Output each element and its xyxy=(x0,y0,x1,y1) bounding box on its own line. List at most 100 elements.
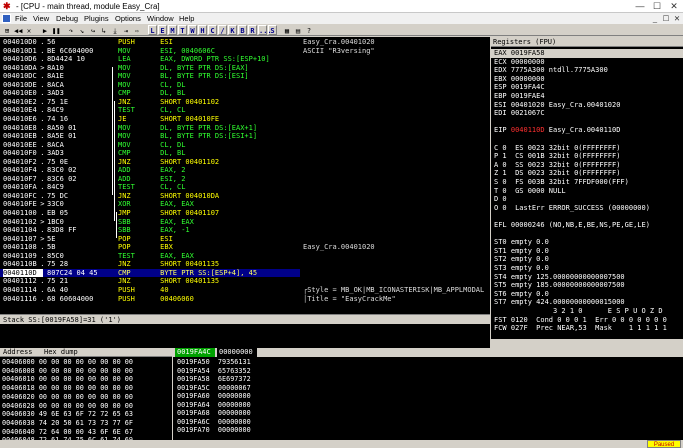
menu-plugins[interactable]: Plugins xyxy=(84,13,109,24)
step-into-icon[interactable]: ↷ xyxy=(66,25,76,35)
register-line[interactable]: ST6 empty 0.0 xyxy=(494,290,549,299)
register-line[interactable]: EDX 7775A300 ntdll.7775A300 xyxy=(494,66,608,75)
dump-row[interactable]: 00406018 00 00 00 00 00 00 00 00 xyxy=(2,384,133,393)
register-line[interactable]: FST 0120 Cond 0 0 0 1 Err 0 0 0 0 0 0 0 xyxy=(494,316,667,325)
menu-file[interactable]: File xyxy=(15,13,27,24)
register-line[interactable]: S 0 FS 003B 32bit 7FFDF000(FFF) xyxy=(494,178,629,187)
dump-column-address[interactable]: Address xyxy=(3,348,33,357)
stack-row[interactable]: 0019FA70 00000000 xyxy=(177,426,251,435)
open-icon[interactable]: ⊞ xyxy=(2,25,12,35)
mdi-minimize-button[interactable]: _ xyxy=(650,13,660,24)
modules-window-button[interactable]: E xyxy=(158,25,167,35)
register-line[interactable]: ST0 empty 0.0 xyxy=(494,238,549,247)
register-line[interactable]: O 0 LastErr ERROR_SUCCESS (00000000) xyxy=(494,204,650,213)
register-line[interactable]: Z 1 DS 0023 32bit 0(FFFFFFFF) xyxy=(494,169,620,178)
stack-row[interactable]: 0019FA50 79356131 xyxy=(177,358,251,367)
register-line[interactable]: FCW 027F Prec NEAR,53 Mask 1 1 1 1 1 xyxy=(494,324,667,333)
register-line[interactable]: EIP 0040110D Easy_Cra.0040110D xyxy=(494,126,620,135)
breakpoints-window-button[interactable]: B xyxy=(238,25,247,35)
mdi-restore-button[interactable]: ☐ xyxy=(661,13,671,24)
dump-row[interactable]: 00406030 49 6E 63 6F 72 72 65 63 xyxy=(2,410,133,419)
disasm-bytes: 8A5E 01 xyxy=(47,132,77,141)
register-line[interactable]: ST7 empty 424.00000000000015000 xyxy=(494,298,625,307)
patches-window-button[interactable]: / xyxy=(218,25,227,35)
register-line[interactable]: ST1 empty 0.0 xyxy=(494,247,549,256)
hex-dump-pane[interactable]: Address Hex dump 00406000 00 00 00 00 00… xyxy=(0,348,172,448)
help-icon[interactable]: ? xyxy=(304,25,314,35)
stack-row[interactable]: 0019FA54 65763352 xyxy=(177,367,251,376)
stack-row[interactable]: 0019FA5C 00000067 xyxy=(177,384,251,393)
references-window-button[interactable]: R xyxy=(248,25,257,35)
go-to-icon[interactable]: ⇥ xyxy=(121,25,131,35)
options-grid-icon[interactable]: ▦ xyxy=(282,25,292,35)
step-over-icon[interactable]: ↘ xyxy=(77,25,87,35)
run-icon[interactable]: ▶ xyxy=(40,25,50,35)
disassembly-pane[interactable]: 004010D0 . 56 PUSH ESI 004010D1 . BE 6C60400… xyxy=(0,37,300,314)
register-line[interactable]: ST2 empty 0.0 xyxy=(494,255,549,264)
register-line[interactable]: ESP 0019FA4C xyxy=(494,83,545,92)
preferences-grid-icon[interactable]: ▤ xyxy=(293,25,303,35)
dump-row[interactable]: 00406000 00 00 00 00 00 00 00 00 xyxy=(2,358,133,367)
register-line[interactable]: EAX 0019FA58 xyxy=(491,49,683,58)
execute-till-return-icon[interactable]: ⤓ xyxy=(110,25,120,35)
stack-row[interactable]: 0019FA68 00000000 xyxy=(177,409,251,418)
dump-column-hex[interactable]: Hex dump xyxy=(44,348,78,357)
register-line[interactable]: 3 2 1 0 E S P U O Z D xyxy=(494,307,663,316)
register-line[interactable]: ST5 empty 185.00000000000007500 xyxy=(494,281,625,290)
register-line[interactable]: ECX 00000000 xyxy=(494,58,545,67)
mdi-close-button[interactable]: ✕ xyxy=(672,13,682,24)
trace-into-icon[interactable]: ↪ xyxy=(88,25,98,35)
comments-pane[interactable]: Easy_Cra.00401020 ASCII "R3versing" Easy_C… xyxy=(300,37,490,314)
log-window-button[interactable]: L xyxy=(148,25,157,35)
stack-row[interactable]: 0019FA58 6E697372 xyxy=(177,375,251,384)
memory-window-button[interactable]: M xyxy=(168,25,177,35)
run-trace-window-button[interactable]: ... xyxy=(258,25,272,35)
dump-row[interactable]: 00406020 00 00 00 00 00 00 00 00 xyxy=(2,393,133,402)
minimize-button[interactable]: — xyxy=(632,0,648,13)
call-stack-window-button[interactable]: K xyxy=(228,25,237,35)
register-line[interactable]: EBP 0019FAE4 xyxy=(494,92,545,101)
dump-row[interactable]: 00406038 74 20 50 61 73 73 77 6F xyxy=(2,419,133,428)
stack-row[interactable]: 0019FA60 00000000 xyxy=(177,392,251,401)
disasm-instruction: POP EBX xyxy=(118,243,173,252)
registers-header[interactable]: Registers (FPU) xyxy=(491,37,683,47)
threads-window-button[interactable]: T xyxy=(178,25,187,35)
source-window-button[interactable]: S xyxy=(268,25,277,35)
dump-row[interactable]: 00406028 00 00 00 00 00 00 00 00 xyxy=(2,402,133,411)
dump-row[interactable]: 00406040 72 64 00 00 43 6F 6E 67 xyxy=(2,428,133,437)
register-line[interactable]: EFL 00000246 (NO,NB,E,BE,NS,PE,GE,LE) xyxy=(494,221,650,230)
registers-pane[interactable]: Registers (FPU) EAX 0019FA58 ECX 00000000… xyxy=(491,37,683,339)
dump-row[interactable]: 00406008 00 00 00 00 00 00 00 00 xyxy=(2,367,133,376)
menu-window[interactable]: Window xyxy=(147,13,174,24)
pause-icon[interactable]: ❚❚ xyxy=(51,25,61,35)
register-line[interactable]: ST3 empty 0.0 xyxy=(494,264,549,273)
cpu-window-button[interactable]: C xyxy=(208,25,217,35)
register-line[interactable]: T 0 GS 0000 NULL xyxy=(494,187,566,196)
dump-row[interactable]: 00406010 00 00 00 00 00 00 00 00 xyxy=(2,375,133,384)
close-program-icon[interactable]: ✕ xyxy=(24,25,34,35)
menu-debug[interactable]: Debug xyxy=(56,13,78,24)
register-line[interactable]: D 0 xyxy=(494,195,507,204)
disasm-row[interactable]: 0040110D . 807C24 04 45 CMP BYTE PTR SS:[E… xyxy=(0,268,300,278)
register-line[interactable]: ESI 00401020 Easy_Cra.00401020 xyxy=(494,101,620,110)
register-line[interactable]: ST4 empty 125.00000000000007500 xyxy=(494,273,625,282)
stack-row[interactable]: 0019FA64 00000000 xyxy=(177,401,251,410)
handles-window-button[interactable]: H xyxy=(198,25,207,35)
disasm-instruction: MOV DL, BYTE PTR DS:[EAX] xyxy=(118,63,249,72)
goto-origin-icon[interactable]: ⇨ xyxy=(132,25,142,35)
windows-window-button[interactable]: W xyxy=(188,25,197,35)
trace-over-icon[interactable]: ↳ xyxy=(99,25,109,35)
register-line[interactable]: EBX 00000000 xyxy=(494,75,545,84)
menu-options[interactable]: Options xyxy=(115,13,141,24)
register-line[interactable]: P 1 CS 001B 32bit 0(FFFFFFFF) xyxy=(494,152,620,161)
menu-help[interactable]: Help xyxy=(179,13,194,24)
stack-pane[interactable]: 0019FA4C 00000000 0019FA50 79356131 0019F… xyxy=(173,348,683,440)
rewind-icon[interactable]: ◀◀ xyxy=(13,25,23,35)
register-line[interactable]: EDI 0021067C xyxy=(494,109,545,118)
register-line[interactable]: C 0 ES 0023 32bit 0(FFFFFFFF) xyxy=(494,144,620,153)
register-line[interactable]: A 0 SS 0023 32bit 0(FFFFFFFF) xyxy=(494,161,620,170)
menu-view[interactable]: View xyxy=(33,13,49,24)
close-button[interactable]: ✕ xyxy=(666,0,682,13)
maximize-button[interactable]: ☐ xyxy=(649,0,665,13)
stack-row[interactable]: 0019FA6C 00000000 xyxy=(177,418,251,427)
